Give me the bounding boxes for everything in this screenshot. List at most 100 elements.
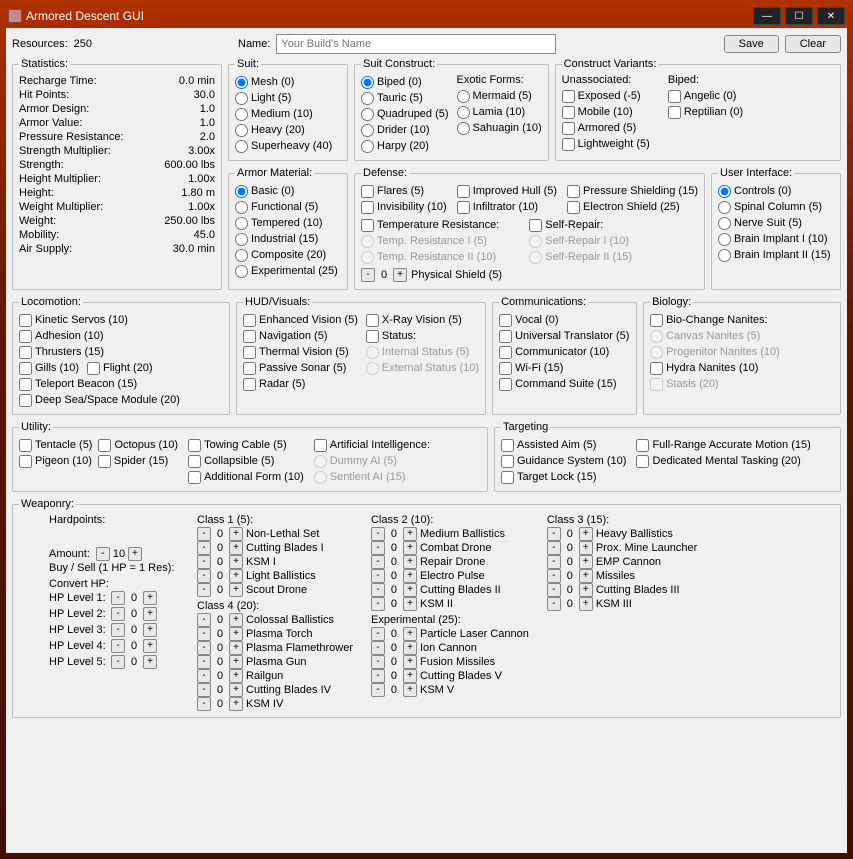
checkbox-option[interactable] [19, 394, 32, 407]
radio-option[interactable] [235, 201, 248, 214]
checkbox-option[interactable] [501, 455, 514, 468]
checkbox-option[interactable] [636, 455, 649, 468]
build-name-input[interactable] [276, 34, 556, 54]
checkbox-option[interactable] [562, 138, 575, 151]
radio-option[interactable] [235, 76, 248, 89]
checkbox-option[interactable] [567, 185, 580, 198]
spinner[interactable]: -0+ [547, 555, 593, 569]
checkbox-option[interactable] [188, 455, 201, 468]
checkbox-option[interactable] [562, 90, 575, 103]
checkbox-option[interactable] [19, 378, 32, 391]
checkbox-option[interactable] [457, 201, 470, 214]
checkbox-option[interactable] [188, 439, 201, 452]
radio-option[interactable] [718, 185, 731, 198]
spinner[interactable]: -0+ [197, 613, 243, 627]
checkbox-option[interactable] [361, 201, 374, 214]
radio-option[interactable] [361, 76, 374, 89]
checkbox-option[interactable] [243, 362, 256, 375]
spinner[interactable]: -0+ [371, 569, 417, 583]
radio-option[interactable] [235, 217, 248, 230]
spinner[interactable]: -0+ [197, 641, 243, 655]
spinner[interactable]: -0+ [371, 541, 417, 555]
spinner[interactable]: -0+ [111, 654, 157, 670]
spinner[interactable]: -0+ [197, 527, 243, 541]
radio-option[interactable] [718, 249, 731, 262]
radio-option[interactable] [457, 90, 470, 103]
checkbox-option[interactable] [243, 346, 256, 359]
spinner[interactable]: -0+ [371, 655, 417, 669]
radio-option[interactable] [235, 92, 248, 105]
spinner[interactable]: -0+ [547, 527, 593, 541]
checkbox-option[interactable] [501, 439, 514, 452]
spinner[interactable]: -0+ [371, 527, 417, 541]
checkbox-option[interactable] [457, 185, 470, 198]
spinner[interactable]: -0+ [197, 627, 243, 641]
close-button[interactable]: ✕ [817, 7, 845, 25]
checkbox-option[interactable] [243, 378, 256, 391]
radio-option[interactable] [361, 124, 374, 137]
checkbox-option[interactable] [19, 330, 32, 343]
spinner[interactable]: -0+ [371, 641, 417, 655]
checkbox-option[interactable] [501, 471, 514, 484]
spinner[interactable]: -0+ [547, 597, 593, 611]
spinner[interactable]: -0+ [371, 597, 417, 611]
checkbox-option[interactable] [499, 378, 512, 391]
checkbox-option[interactable] [361, 185, 374, 198]
clear-button[interactable]: Clear [785, 35, 841, 53]
radio-option[interactable] [718, 201, 731, 214]
radio-option[interactable] [361, 108, 374, 121]
spinner[interactable]: -0+ [197, 697, 243, 711]
checkbox-option[interactable] [636, 439, 649, 452]
checkbox-option[interactable] [243, 314, 256, 327]
spinner[interactable]: -0+ [197, 569, 243, 583]
phys-shield-spinner[interactable]: -0+ [361, 267, 407, 283]
radio-option[interactable] [235, 124, 248, 137]
checkbox-option[interactable] [562, 122, 575, 135]
spinner[interactable]: -0+ [371, 627, 417, 641]
spinner[interactable]: -0+ [111, 590, 157, 606]
radio-option[interactable] [235, 233, 248, 246]
spinner[interactable]: -0+ [371, 583, 417, 597]
checkbox-option[interactable] [567, 201, 580, 214]
spinner[interactable]: -0+ [111, 622, 157, 638]
checkbox-option[interactable] [19, 346, 32, 359]
radio-option[interactable] [718, 217, 731, 230]
radio-option[interactable] [235, 140, 248, 153]
checkbox-option[interactable] [243, 330, 256, 343]
checkbox-option[interactable] [668, 106, 681, 119]
checkbox-option[interactable] [499, 314, 512, 327]
radio-option[interactable] [718, 233, 731, 246]
checkbox-option[interactable] [499, 362, 512, 375]
radio-option[interactable] [457, 122, 470, 135]
radio-option[interactable] [235, 249, 248, 262]
checkbox-option[interactable] [188, 471, 201, 484]
spinner[interactable]: -0+ [111, 638, 157, 654]
checkbox-option[interactable] [499, 346, 512, 359]
spinner[interactable]: -0+ [547, 541, 593, 555]
save-button[interactable]: Save [724, 35, 779, 53]
spinner[interactable]: -0+ [197, 669, 243, 683]
minimize-button[interactable]: — [753, 7, 781, 25]
spinner[interactable]: -0+ [197, 583, 243, 597]
spinner[interactable]: -0+ [371, 555, 417, 569]
spinner[interactable]: -0+ [371, 683, 417, 697]
maximize-button[interactable]: ☐ [785, 7, 813, 25]
spinner[interactable]: -0+ [197, 655, 243, 669]
radio-option[interactable] [235, 108, 248, 121]
radio-option[interactable] [361, 92, 374, 105]
spinner[interactable]: -0+ [547, 569, 593, 583]
spinner[interactable]: -0+ [197, 555, 243, 569]
radio-option[interactable] [235, 185, 248, 198]
checkbox-option[interactable] [562, 106, 575, 119]
spinner[interactable]: -0+ [111, 606, 157, 622]
checkbox-option[interactable] [19, 314, 32, 327]
spinner[interactable]: -0+ [547, 583, 593, 597]
spinner[interactable]: -0+ [197, 541, 243, 555]
checkbox-option[interactable] [499, 330, 512, 343]
radio-option[interactable] [361, 140, 374, 153]
spinner[interactable]: -0+ [197, 683, 243, 697]
spinner[interactable]: -0+ [371, 669, 417, 683]
radio-option[interactable] [457, 106, 470, 119]
radio-option[interactable] [235, 265, 248, 278]
checkbox-option[interactable] [668, 90, 681, 103]
